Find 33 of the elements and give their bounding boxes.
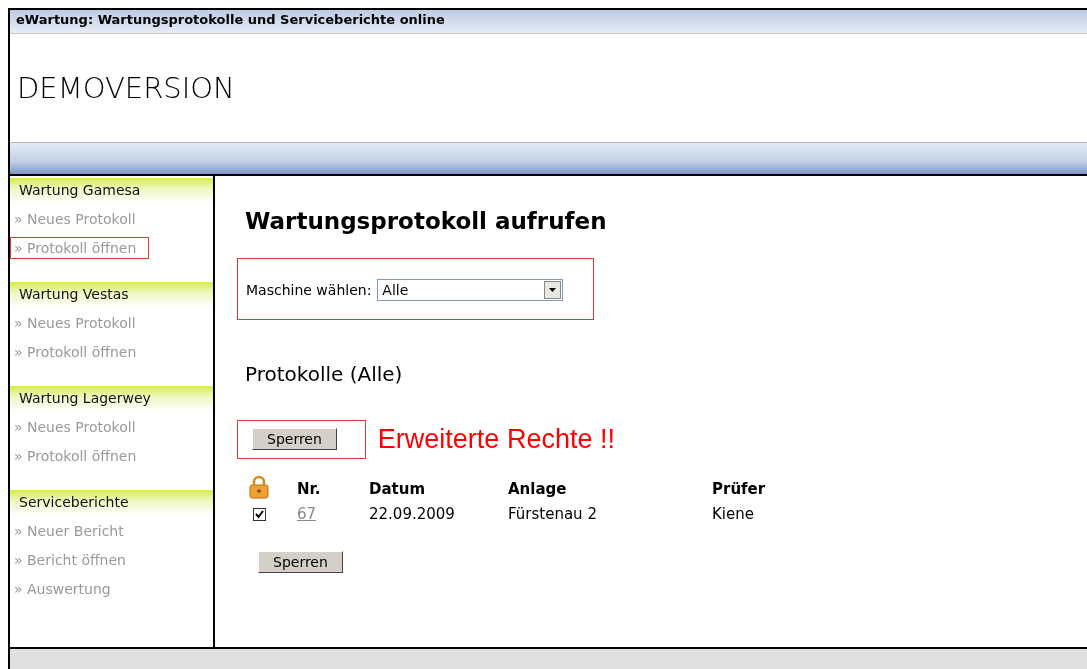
table-cell-text: Kiene	[712, 505, 755, 523]
page-heading: Wartungsprotokoll aufrufen	[245, 208, 608, 234]
sidebar-link[interactable]: » Bericht öffnen	[10, 548, 139, 571]
machine-select[interactable]: Alle	[377, 279, 564, 301]
sidebar-link[interactable]: » Neues Protokoll	[10, 415, 149, 438]
table-cell-text: 22.09.2009	[369, 505, 456, 523]
column-header: Anlage	[508, 480, 568, 498]
column-header: Datum	[369, 480, 427, 498]
sidebar-link[interactable]: » Protokoll öffnen	[10, 444, 150, 467]
section-heading: Protokolle (Alle)	[245, 362, 404, 386]
field-label: Maschine wählen:	[246, 282, 372, 298]
column-header: Nr.	[297, 480, 322, 498]
sidebar-link[interactable]: » Protokoll öffnen	[10, 340, 150, 363]
column-header: Prüfer	[712, 480, 767, 498]
sidebar-link[interactable]: » Neues Protokoll	[10, 311, 149, 334]
sidebar-link[interactable]: » Protokoll öffnen	[10, 236, 150, 259]
padlock-icon	[249, 475, 269, 499]
lock-button[interactable]: Sperren	[258, 551, 343, 573]
protocol-link[interactable]: 67	[297, 505, 369, 523]
sidebar-link[interactable]: » Auswertung	[10, 577, 124, 600]
sidebar-link[interactable]: » Neues Protokoll	[10, 207, 149, 230]
section-header: Serviceberichte	[10, 490, 213, 516]
table-cell-text: Fürstenau 2	[508, 505, 598, 523]
site-title: DEMOVERSION	[17, 71, 235, 105]
sidebar-link[interactable]: » Neuer Bericht	[10, 519, 137, 542]
dropdown-arrow-icon	[549, 288, 557, 292]
section-header: Wartung Gamesa	[10, 178, 213, 204]
row-checkbox[interactable]	[253, 507, 266, 521]
window-title: eWartung: Wartungsprotokolle und Serviceberichte online	[16, 12, 445, 27]
lock-button[interactable]: Sperren	[252, 428, 337, 450]
annotation-text: Erweiterte Rechte !!	[377, 424, 615, 455]
section-header: Wartung Vestas	[10, 282, 213, 308]
section-header: Wartung Lagerwey	[10, 386, 213, 412]
